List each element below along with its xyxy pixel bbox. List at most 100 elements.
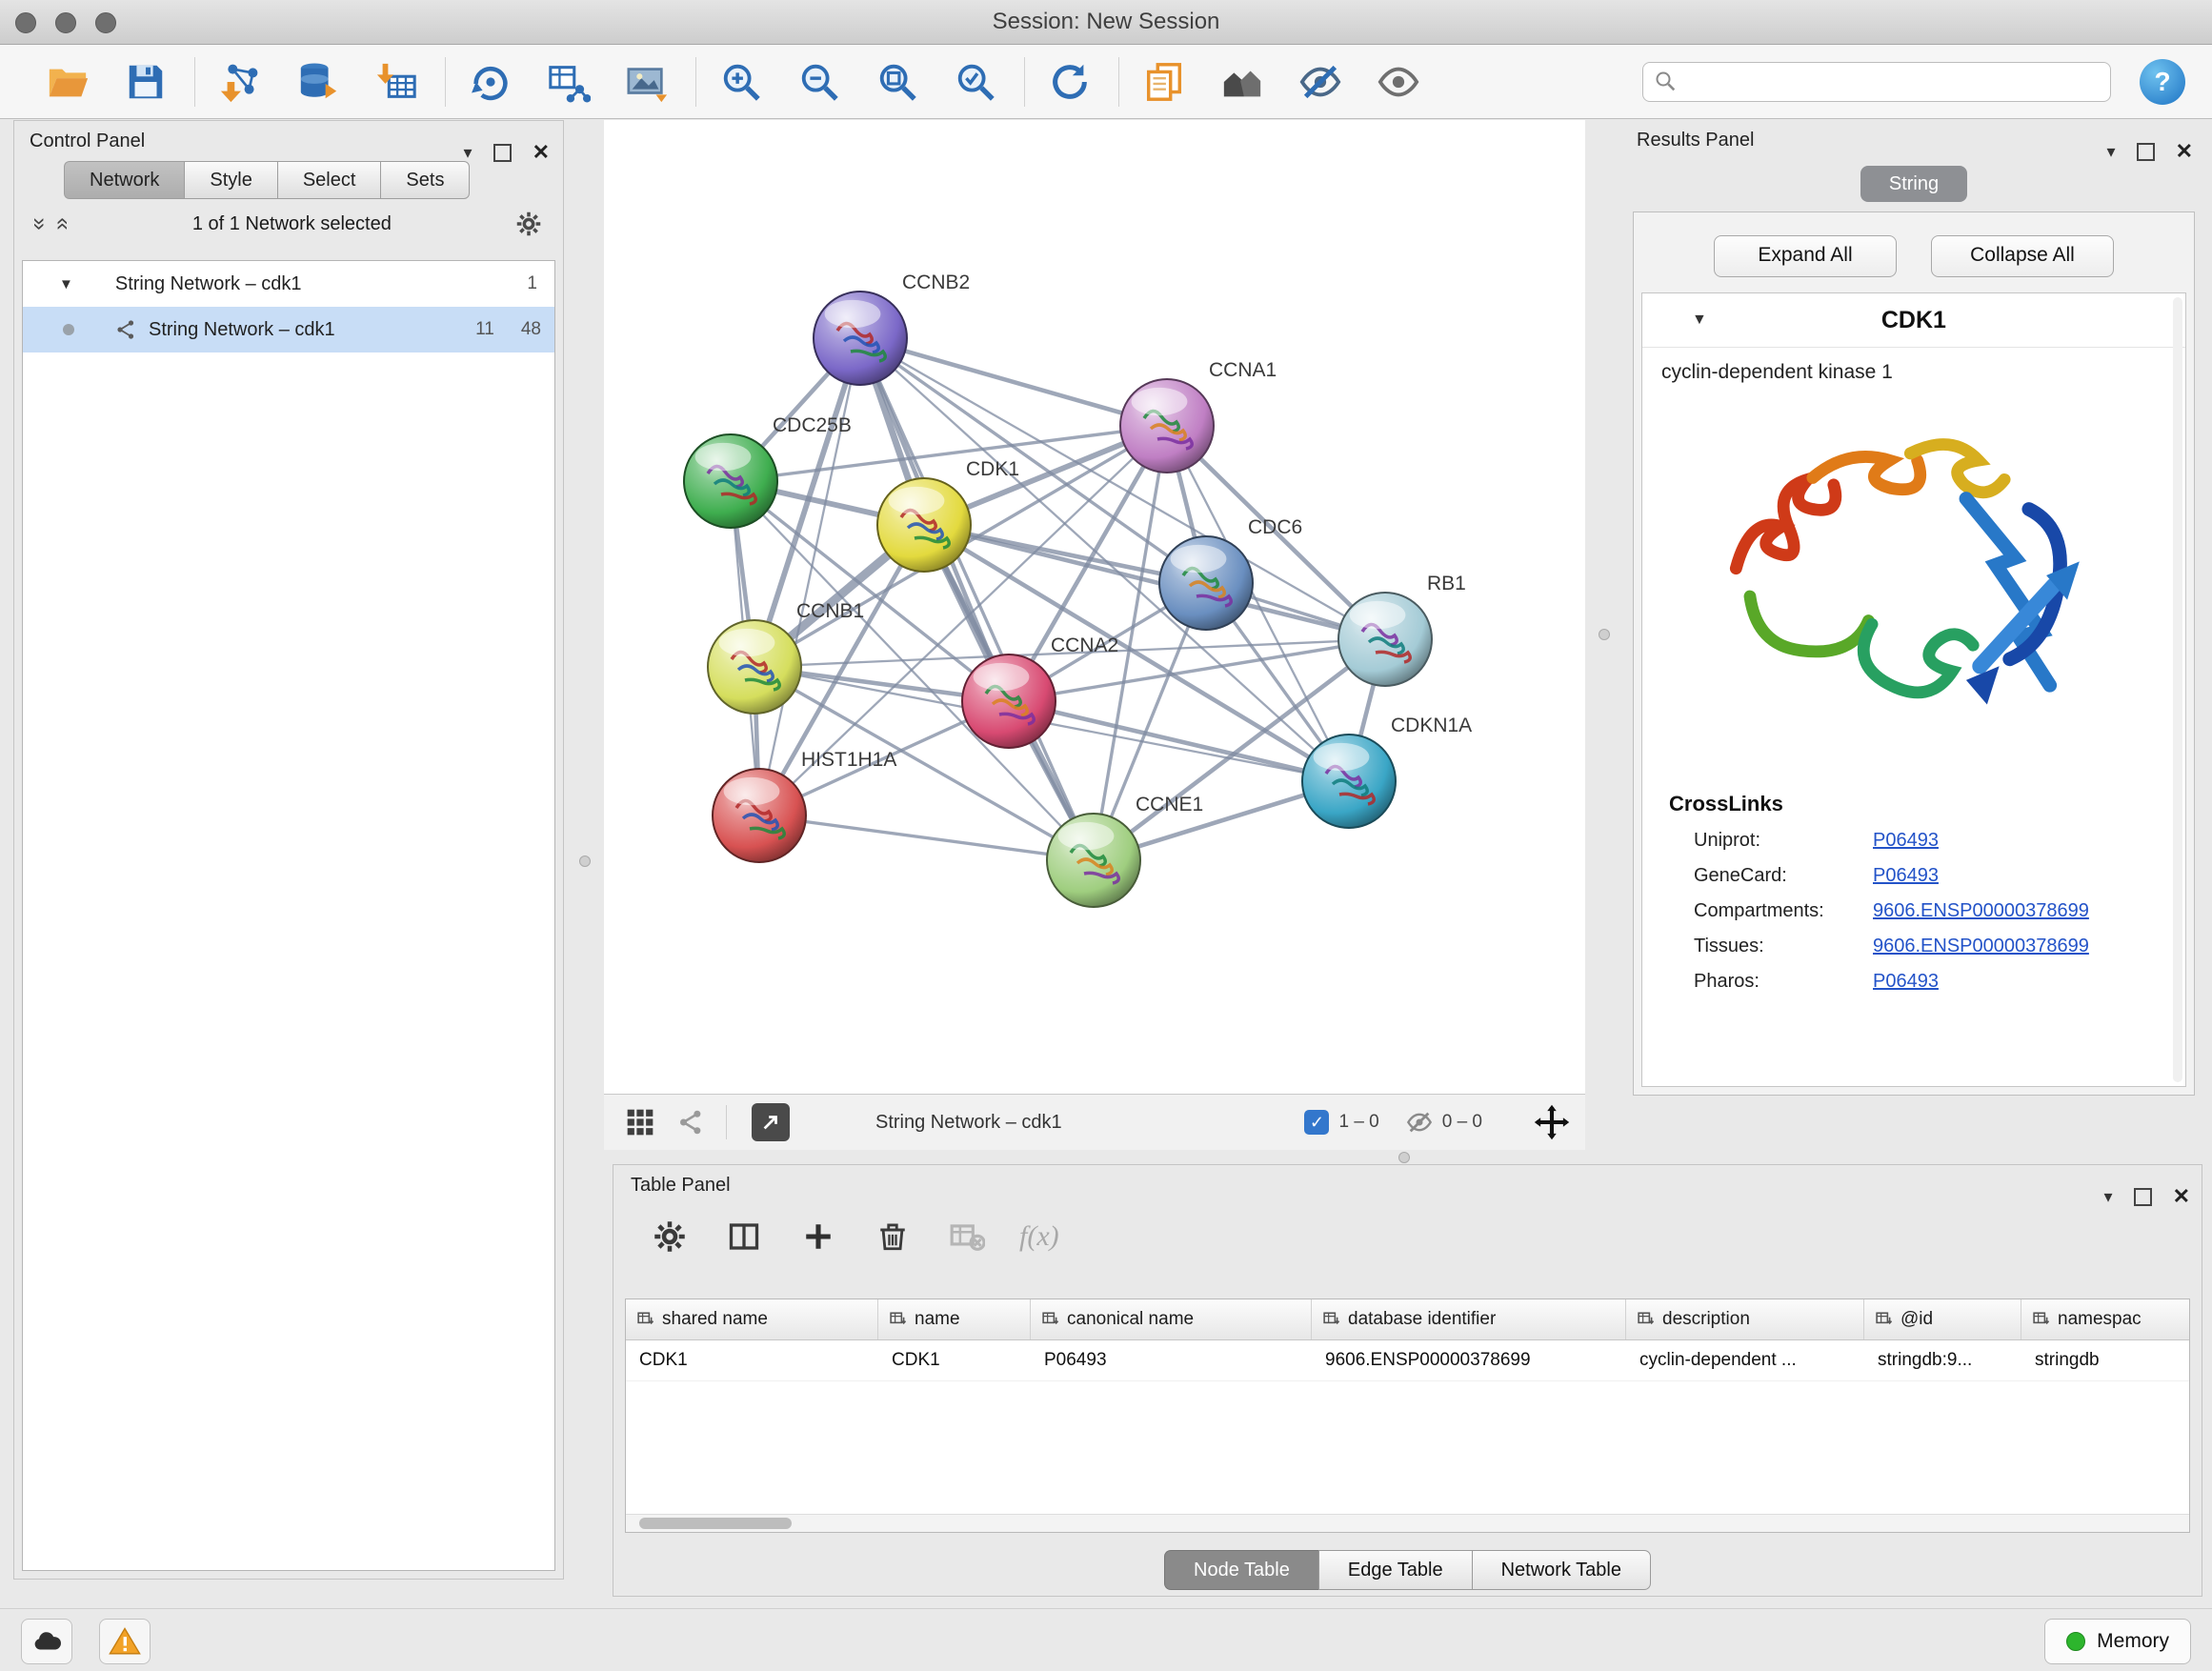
import-table-file-icon[interactable]	[372, 58, 420, 106]
import-network-database-icon[interactable]	[294, 58, 342, 106]
node-count: 11	[475, 319, 494, 340]
column-header-description[interactable]: description	[1626, 1299, 1864, 1339]
crosslink-link[interactable]: P06493	[1873, 971, 1939, 993]
copy-icon[interactable]	[1140, 58, 1188, 106]
network-options-gear-icon[interactable]	[515, 211, 542, 237]
hidden-items-icon[interactable]	[1406, 1109, 1433, 1136]
delete-table-icon[interactable]	[945, 1215, 989, 1258]
network-from-table-icon[interactable]	[545, 58, 593, 106]
splitter-handle[interactable]	[1398, 1152, 1410, 1163]
open-session-icon[interactable]	[44, 58, 91, 106]
column-header-database-identifier[interactable]: database identifier	[1312, 1299, 1626, 1339]
string-results-tab[interactable]: String	[1860, 166, 1967, 202]
birds-eye-view-icon[interactable]	[625, 1107, 655, 1137]
column-header-shared-name[interactable]: shared name	[626, 1299, 878, 1339]
zoom-in-icon[interactable]	[717, 58, 765, 106]
cloud-status-button[interactable]	[21, 1619, 72, 1664]
selected-items-icon[interactable]: ✓	[1304, 1110, 1329, 1135]
float-panel-icon[interactable]	[2137, 143, 2155, 161]
tab-network[interactable]: Network	[64, 161, 184, 199]
crosslink-link[interactable]: 9606.ENSP00000378699	[1873, 936, 2089, 957]
protein-header-row[interactable]: ▼ CDK1	[1642, 293, 2185, 348]
zoom-selected-icon[interactable]	[952, 58, 999, 106]
disclosure-triangle-icon[interactable]: ▼	[59, 276, 73, 292]
edge-CCNB2-HIST1H1A[interactable]	[759, 338, 860, 815]
table-options-gear-icon[interactable]	[648, 1215, 692, 1258]
network-view[interactable]: CCNB2CCNA1CDC25BCDK1CDC6RB1CCNB1CCNA2CDK…	[604, 120, 1585, 1094]
zoom-out-icon[interactable]	[795, 58, 843, 106]
panel-menu-icon[interactable]: ▾	[2107, 131, 2116, 171]
crosslink-row: Uniprot: P06493	[1642, 816, 2185, 852]
toolbar-separator	[695, 57, 696, 107]
delete-column-icon[interactable]	[871, 1215, 915, 1258]
tab-node-table[interactable]: Node Table	[1164, 1550, 1318, 1590]
edge-CDK1-RB1[interactable]	[924, 525, 1385, 639]
column-header-canonical-name[interactable]: canonical name	[1031, 1299, 1312, 1339]
network-row[interactable]: String Network – cdk1 11 48	[23, 307, 554, 352]
first-neighbors-icon[interactable]	[1218, 58, 1266, 106]
network-node-RB1[interactable]: RB1	[1338, 573, 1466, 686]
crosslink-link[interactable]: P06493	[1873, 830, 1939, 852]
tab-style[interactable]: Style	[184, 161, 276, 199]
panel-menu-icon[interactable]: ▾	[2104, 1177, 2113, 1217]
pan-mode-icon[interactable]	[1534, 1104, 1570, 1140]
close-panel-icon[interactable]: ✕	[2176, 131, 2193, 171]
export-network-button[interactable]	[752, 1103, 790, 1141]
tab-edge-table[interactable]: Edge Table	[1318, 1550, 1472, 1590]
search-input[interactable]	[1642, 62, 2111, 102]
vertical-scrollbar[interactable]	[2173, 297, 2182, 1082]
column-header-namespace[interactable]: namespac	[2021, 1299, 2189, 1339]
collapse-all-button[interactable]: Collapse All	[1931, 235, 2114, 277]
edge-CCNB2-CCNE1[interactable]	[860, 338, 1094, 860]
zoom-fit-icon[interactable]	[874, 58, 921, 106]
crosslink-link[interactable]: P06493	[1873, 865, 1939, 887]
scrollbar-thumb[interactable]	[639, 1518, 792, 1529]
float-panel-icon[interactable]	[2134, 1188, 2152, 1206]
create-column-icon[interactable]	[796, 1215, 840, 1258]
apply-layout-icon[interactable]	[1046, 58, 1094, 106]
splitter-handle[interactable]	[579, 856, 591, 867]
network-collection-row[interactable]: ▼ String Network – cdk1 1	[23, 261, 554, 307]
function-builder-button[interactable]: f(x)	[1019, 1215, 1059, 1258]
close-panel-icon[interactable]: ✕	[2173, 1177, 2190, 1217]
network-node-CDC25B[interactable]: CDC25B	[684, 414, 852, 528]
node-label-CCNA2: CCNA2	[1051, 634, 1118, 656]
network-selection-status: 1 of 1 Network selected	[69, 213, 515, 235]
table-row[interactable]: CDK1 CDK1 P06493 9606.ENSP00000378699 cy…	[626, 1340, 2189, 1381]
show-graphics-details-icon[interactable]	[1375, 58, 1422, 106]
network-node-CCNB2[interactable]: CCNB2	[814, 272, 970, 385]
close-panel-icon[interactable]: ✕	[533, 132, 550, 172]
float-panel-icon[interactable]	[493, 144, 512, 162]
hide-selected-icon[interactable]	[1297, 58, 1344, 106]
edge-HIST1H1A-CCNE1[interactable]	[759, 815, 1094, 860]
network-node-HIST1H1A[interactable]: HIST1H1A	[713, 749, 896, 862]
horizontal-scrollbar[interactable]	[626, 1514, 2189, 1532]
crosslink-link[interactable]: 9606.ENSP00000378699	[1873, 900, 2089, 922]
network-node-CCNB1[interactable]: CCNB1	[708, 600, 864, 714]
collapse-all-networks-icon[interactable]: »	[50, 217, 73, 230]
save-session-icon[interactable]	[122, 58, 170, 106]
network-node-CDK1[interactable]: CDK1	[877, 458, 1019, 572]
import-network-file-icon[interactable]	[216, 58, 264, 106]
network-graph[interactable]: CCNB2CCNA1CDC25BCDK1CDC6RB1CCNB1CCNA2CDK…	[604, 120, 1585, 1094]
splitter-handle[interactable]	[1599, 629, 1610, 640]
tab-network-table[interactable]: Network Table	[1472, 1550, 1651, 1590]
cell-canonical-name: P06493	[1031, 1340, 1312, 1380]
export-image-icon[interactable]	[623, 58, 671, 106]
share-network-icon[interactable]	[676, 1108, 705, 1137]
network-node-CDKN1A[interactable]: CDKN1A	[1302, 715, 1472, 828]
tab-select[interactable]: Select	[277, 161, 381, 199]
expand-all-button[interactable]: Expand All	[1714, 235, 1897, 277]
crosslinks-title: CrossLinks	[1642, 771, 2185, 816]
tab-sets[interactable]: Sets	[380, 161, 470, 199]
warnings-button[interactable]	[99, 1619, 151, 1664]
memory-button[interactable]: Memory	[2044, 1619, 2191, 1664]
network-node-CCNA1[interactable]: CCNA1	[1120, 359, 1277, 473]
new-network-from-selection-icon[interactable]	[467, 58, 514, 106]
help-button[interactable]: ?	[2140, 59, 2185, 105]
panel-menu-icon[interactable]: ▾	[464, 132, 473, 172]
show-columns-icon[interactable]	[722, 1215, 766, 1258]
edge-CCNB2-CCNA1[interactable]	[860, 338, 1167, 426]
column-header-name[interactable]: name	[878, 1299, 1031, 1339]
column-header-id[interactable]: @id	[1864, 1299, 2021, 1339]
